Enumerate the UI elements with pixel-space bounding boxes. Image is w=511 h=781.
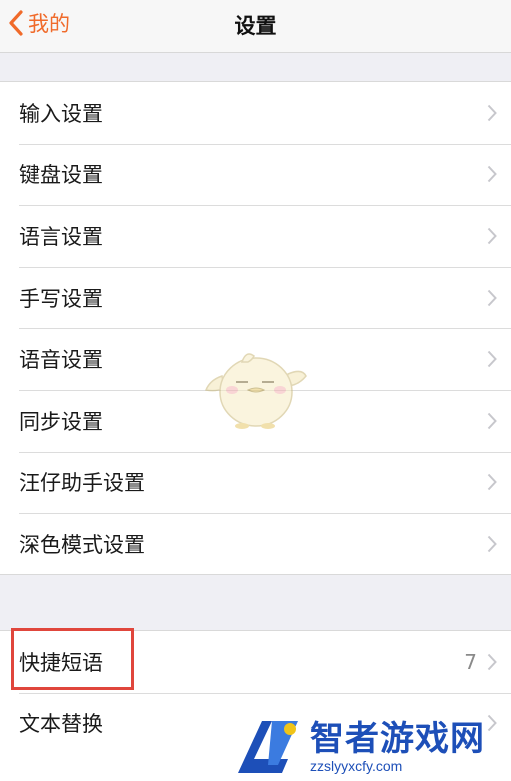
watermark-url: zzslyyxcfy.com <box>310 757 403 774</box>
chevron-right-icon <box>487 535 497 553</box>
chevron-right-icon <box>487 412 497 429</box>
chevron-right-icon <box>487 227 497 245</box>
mascot-watermark-icon <box>204 353 307 429</box>
chevron-right-icon <box>487 104 497 121</box>
settings-item-label: 键盘设置 <box>19 163 103 188</box>
chevron-right-icon <box>487 653 497 670</box>
settings-item-input[interactable]: 输入设置 <box>0 82 511 144</box>
settings-item-label: 深色模式设置 <box>19 532 145 557</box>
settings-item-handwriting[interactable]: 手写设置 <box>0 266 511 329</box>
chevron-right-icon <box>487 474 497 491</box>
settings-item-label: 同步设置 <box>19 409 103 434</box>
nav-bar: 我的 设置 <box>0 0 511 53</box>
chevron-right-icon <box>487 350 497 368</box>
highlight-box <box>11 628 134 690</box>
chevron-right-icon <box>487 289 497 306</box>
quick-phrases-count: 7 <box>464 649 477 674</box>
settings-item-label: 手写设置 <box>19 286 103 311</box>
page-title: 设置 <box>234 14 277 38</box>
settings-group-main: 输入设置 键盘设置 语言设置 手写设置 语音设置 同步设置 汪仔助手设置 深色模… <box>0 81 511 575</box>
settings-item-label: 输入设置 <box>19 101 103 126</box>
settings-item-label: 语言设置 <box>19 224 103 249</box>
settings-item-label: 语音设置 <box>19 348 103 373</box>
watermark-logo-icon <box>238 720 298 773</box>
chevron-right-icon <box>487 166 497 183</box>
settings-item-assistant[interactable]: 汪仔助手设置 <box>0 451 511 514</box>
site-watermark: 智者游戏网 zzslyyxcfy.com <box>232 712 511 781</box>
settings-item-language[interactable]: 语言设置 <box>0 205 511 267</box>
settings-item-dark-mode[interactable]: 深色模式设置 <box>0 513 511 575</box>
watermark-title: 智者游戏网 <box>310 718 485 759</box>
settings-item-keyboard[interactable]: 键盘设置 <box>0 143 511 206</box>
settings-item-label: 汪仔助手设置 <box>19 471 145 496</box>
settings-item-label: 文本替换 <box>19 712 103 737</box>
